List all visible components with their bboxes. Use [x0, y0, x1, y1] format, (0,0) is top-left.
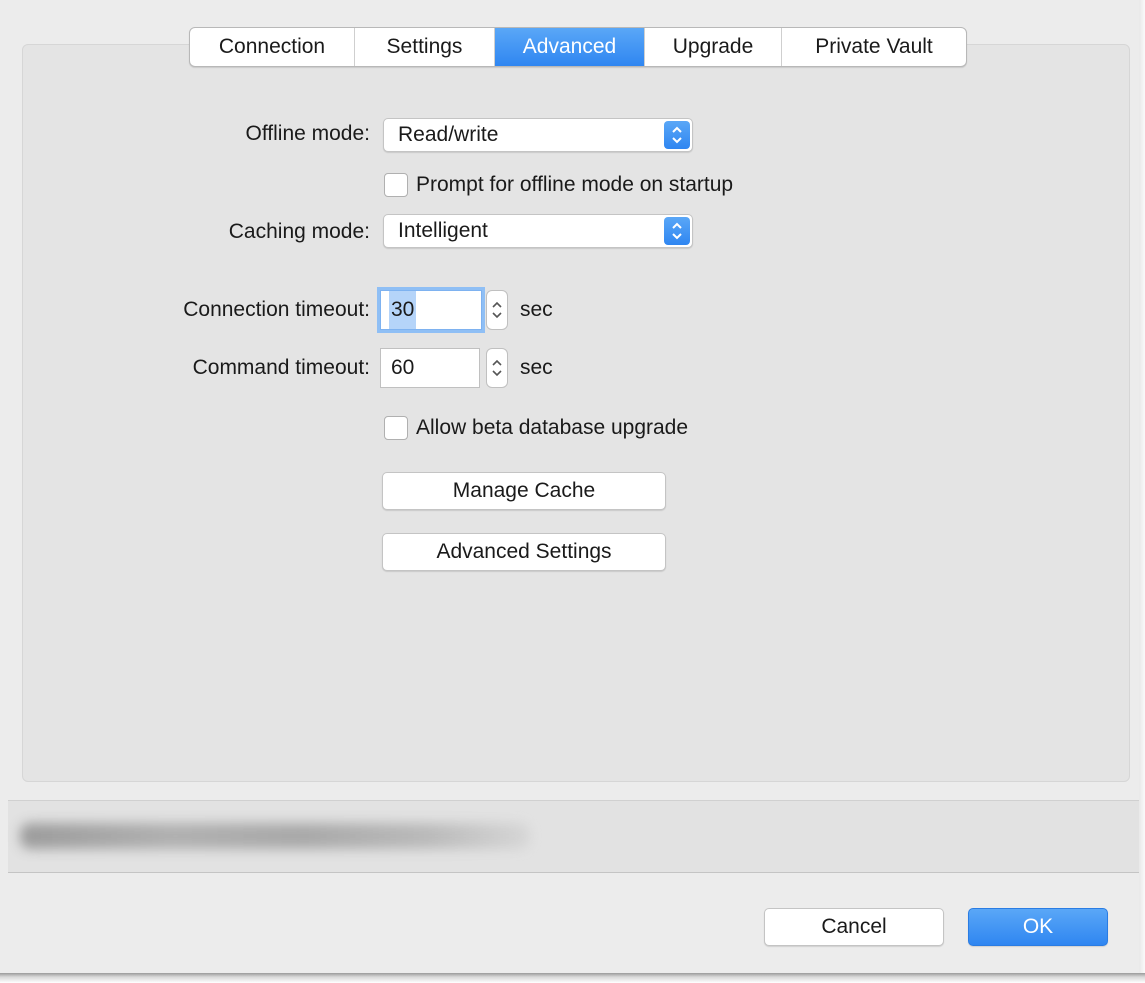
allow-beta-label: Allow beta database upgrade: [416, 416, 689, 439]
connection-timeout-label: Connection timeout:: [183, 298, 370, 321]
prompt-offline-label: Prompt for offline mode on startup: [416, 173, 734, 196]
caching-mode-value: Intelligent: [398, 219, 488, 242]
advanced-settings-button[interactable]: Advanced Settings: [382, 533, 666, 571]
command-timeout-value: 60: [391, 356, 415, 379]
offline-mode-popup[interactable]: Read/write: [383, 118, 693, 152]
connection-timeout-value: 30: [389, 291, 417, 329]
blurred-status-text: [20, 823, 530, 849]
tab-connection[interactable]: Connection: [190, 28, 355, 66]
command-timeout-label: Command timeout:: [192, 356, 370, 379]
prompt-offline-checkbox[interactable]: [384, 173, 408, 197]
tab-settings[interactable]: Settings: [355, 28, 495, 66]
connection-timeout-field[interactable]: 30: [380, 290, 482, 330]
allow-beta-checkbox[interactable]: [384, 416, 408, 440]
status-bar: [8, 800, 1139, 873]
preferences-dialog: Connection Settings Advanced Upgrade Pri…: [0, 0, 1145, 983]
tab-bar: Connection Settings Advanced Upgrade Pri…: [189, 27, 967, 67]
up-down-chevrons-icon: [664, 217, 690, 245]
offline-mode-value: Read/write: [398, 123, 499, 146]
offline-mode-label: Offline mode:: [245, 122, 370, 145]
up-down-chevrons-icon: [664, 121, 690, 149]
cancel-button[interactable]: Cancel: [764, 908, 944, 946]
stepper-arrows-icon: [492, 359, 502, 377]
command-timeout-unit: sec: [520, 356, 553, 379]
command-timeout-stepper[interactable]: [486, 348, 508, 388]
window-edge-right: [1139, 0, 1145, 983]
caching-mode-label: Caching mode:: [228, 220, 370, 243]
manage-cache-button[interactable]: Manage Cache: [382, 472, 666, 510]
tab-private-vault[interactable]: Private Vault: [782, 28, 966, 66]
connection-timeout-stepper[interactable]: [486, 290, 508, 330]
advanced-tab-panel: [22, 44, 1130, 782]
stepper-arrows-icon: [492, 301, 502, 319]
window-shadow-bottom: [0, 973, 1145, 983]
footer-divider: [8, 872, 1139, 873]
tab-advanced[interactable]: Advanced: [495, 28, 645, 66]
tab-upgrade[interactable]: Upgrade: [645, 28, 782, 66]
command-timeout-field[interactable]: 60: [380, 348, 480, 388]
caching-mode-popup[interactable]: Intelligent: [383, 214, 693, 248]
ok-button[interactable]: OK: [968, 908, 1108, 946]
connection-timeout-unit: sec: [520, 298, 553, 321]
